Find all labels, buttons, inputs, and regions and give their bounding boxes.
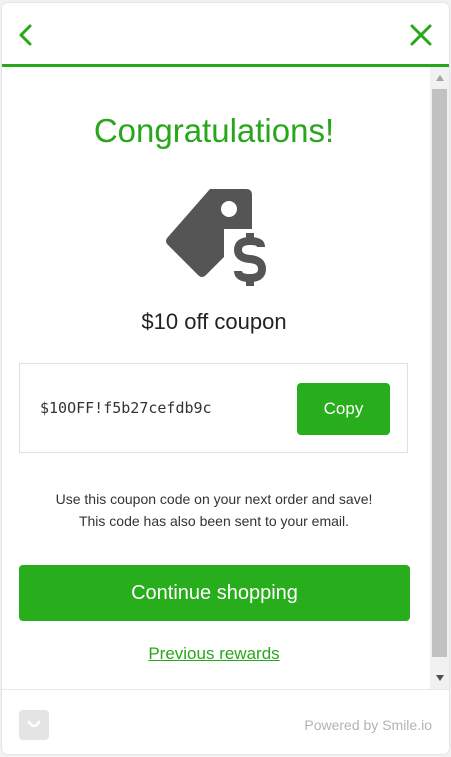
chevron-left-icon bbox=[19, 24, 32, 46]
smile-icon bbox=[27, 720, 41, 728]
close-button[interactable] bbox=[405, 19, 437, 51]
scroll-down-arrow[interactable] bbox=[430, 669, 449, 687]
triangle-down-icon bbox=[435, 675, 444, 681]
panel-footer: Powered by Smile.io bbox=[2, 689, 449, 754]
coupon-note-line2: This code has also been sent to your ema… bbox=[78, 513, 350, 529]
coupon-note: Use this coupon code on your next order … bbox=[2, 488, 426, 532]
reward-name: $10 off coupon bbox=[141, 309, 287, 334]
coupon-note-line1: Use this coupon code on your next order … bbox=[55, 491, 373, 507]
coupon-code[interactable]: $10OFF!f5b27cefdb9c bbox=[40, 397, 212, 419]
scroll-up-arrow[interactable] bbox=[430, 69, 449, 87]
price-tag-dollar-icon bbox=[166, 189, 270, 289]
triangle-up-icon bbox=[435, 75, 444, 81]
scrollbar[interactable] bbox=[430, 67, 449, 689]
panel-header bbox=[2, 3, 449, 67]
smile-logo-icon[interactable] bbox=[19, 710, 49, 740]
scrollbar-thumb[interactable] bbox=[432, 89, 447, 657]
copy-button[interactable]: Copy bbox=[297, 383, 390, 435]
reward-content: Congratulations! $10 off coupon $10OFF!f… bbox=[2, 67, 430, 689]
rewards-panel: Congratulations! $10 off coupon $10OFF!f… bbox=[2, 3, 449, 754]
previous-rewards-link[interactable]: Previous rewards bbox=[2, 643, 426, 665]
page-title: Congratulations! bbox=[93, 112, 335, 149]
back-button[interactable] bbox=[10, 19, 42, 51]
powered-by-text[interactable]: Powered by Smile.io bbox=[304, 716, 432, 734]
continue-shopping-button[interactable]: Continue shopping bbox=[19, 565, 410, 621]
close-icon bbox=[410, 24, 432, 46]
coupon-code-box: $10OFF!f5b27cefdb9c Copy bbox=[19, 363, 408, 453]
